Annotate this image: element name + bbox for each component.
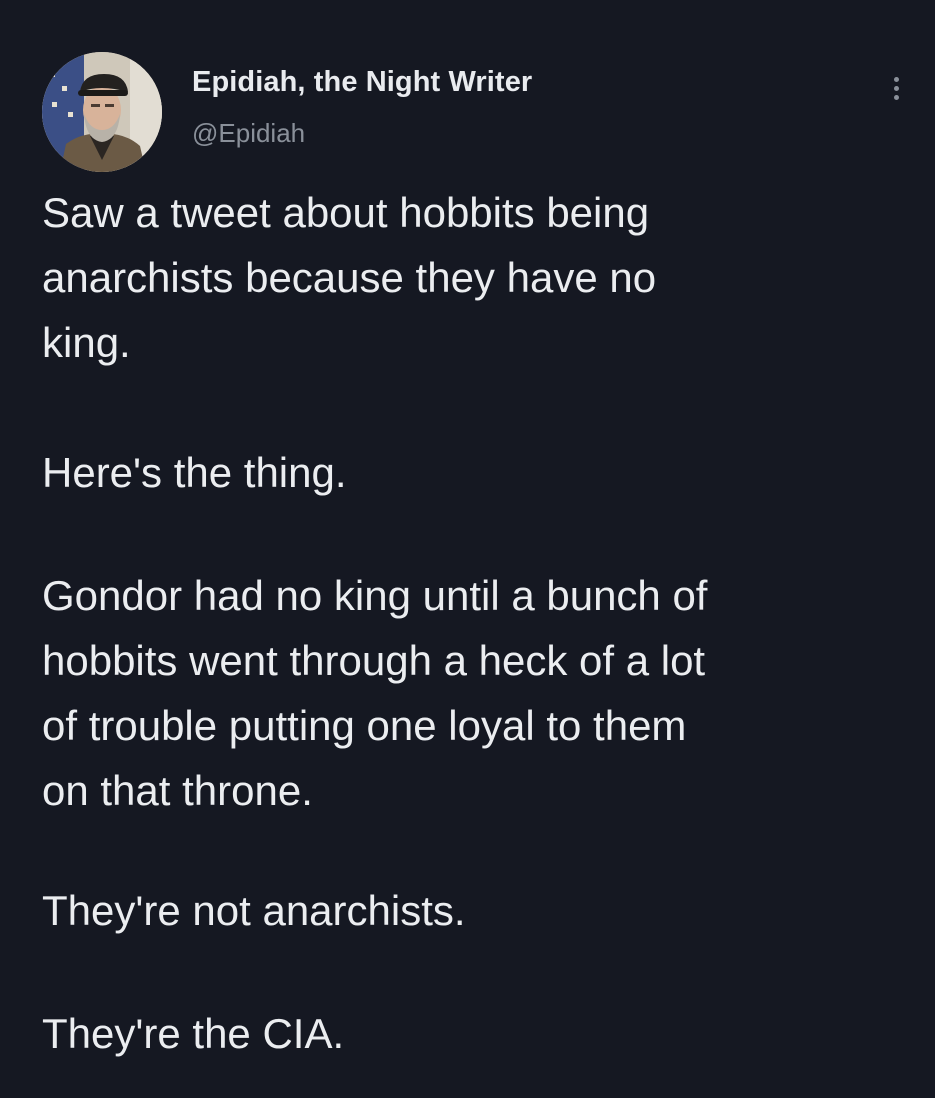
tweet-line: They're not anarchists. xyxy=(42,887,466,934)
tweet-paragraph: They're not anarchists. xyxy=(42,878,912,943)
tweet-line: Gondor had no king until a bunch of xyxy=(42,572,708,619)
tweet-paragraph: They're the CIA. xyxy=(42,1001,912,1066)
tweet-line: They're the CIA. xyxy=(42,1010,345,1057)
vertical-ellipsis-dot xyxy=(893,85,899,91)
tweet-text: Saw a tweet about hobbits being anarchis… xyxy=(42,180,912,1066)
tweet-line: king. xyxy=(42,319,131,366)
tweet-paragraph: Here's the thing. xyxy=(42,440,912,505)
vertical-ellipsis-dot xyxy=(893,94,899,100)
tweet-paragraph: Saw a tweet about hobbits being anarchis… xyxy=(42,180,912,375)
avatar-photo-icon xyxy=(42,52,162,172)
author-display-name[interactable]: Epidiah, the Night Writer xyxy=(192,66,532,99)
tweet-card: Epidiah, the Night Writer @Epidiah Saw a… xyxy=(0,0,935,1098)
tweet-line: anarchists because they have no xyxy=(42,254,657,301)
tweet-paragraph: Gondor had no king until a bunch of hobb… xyxy=(42,563,912,823)
more-options-button[interactable] xyxy=(876,66,916,110)
tweet-line: of trouble putting one loyal to them xyxy=(42,702,687,749)
author-avatar[interactable] xyxy=(42,52,162,172)
author-handle[interactable]: @Epidiah xyxy=(192,118,305,149)
tweet-line: on that throne. xyxy=(42,767,313,814)
tweet-line: hobbits went through a heck of a lot xyxy=(42,637,706,684)
tweet-line: Saw a tweet about hobbits being xyxy=(42,189,650,236)
tweet-line: Here's the thing. xyxy=(42,449,347,496)
vertical-ellipsis-icon xyxy=(893,76,899,82)
